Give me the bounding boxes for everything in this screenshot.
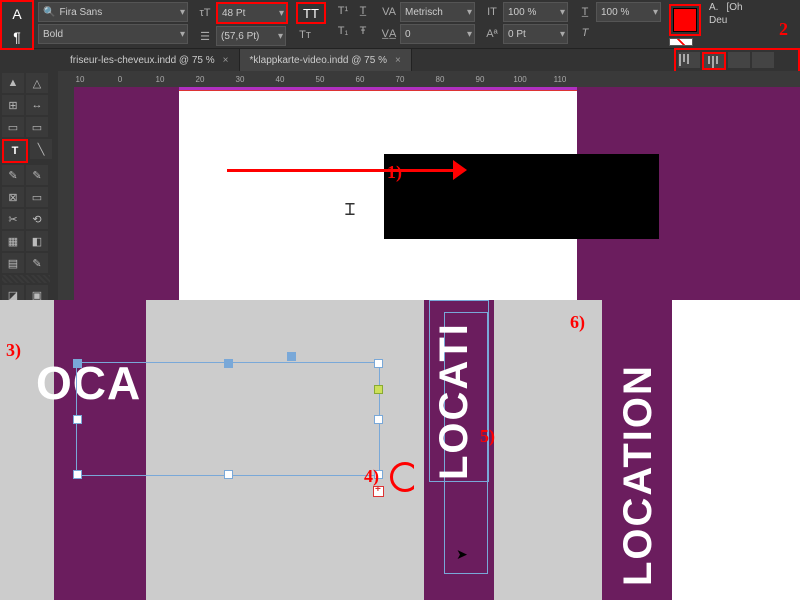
text-location: LOCATION [616,306,661,586]
panel-5: LOCATI 5) ➤ [414,300,526,600]
align-right-button[interactable] [728,52,750,68]
gradient-feather-tool[interactable]: ◧ [26,231,48,251]
line-tool[interactable]: ╲ [30,139,52,159]
annotation-2: 2 [779,19,788,40]
cursor-pointer-icon: ➤ [456,546,468,563]
rectangle-frame-tool[interactable]: ⊠ [2,187,24,207]
font-style-dropdown[interactable]: Bold [38,24,188,44]
font-size-dropdown[interactable]: 48 Pt [216,2,288,24]
text-frame-selected[interactable] [76,362,380,476]
direct-selection-tool[interactable]: △ [26,73,48,93]
lang-label: Deu [709,15,727,26]
panel-3: OCA 3) 4) [0,300,408,600]
tool-divider [2,275,50,283]
tracking-dropdown[interactable]: 0 [400,24,475,44]
char-para-toggle[interactable]: A ¶ [0,0,34,50]
annotation-1: 1) [387,162,402,183]
justify-left-button[interactable] [752,52,774,68]
control-panel: A ¶ 🔍Fira Sans Bold τT 48 Pt ☰ (57,6 Pt)… [0,0,800,49]
pasteboard[interactable]: Ꮖ 1) 2 [74,87,800,301]
vertical-ruler[interactable] [60,87,74,301]
subscript-button[interactable]: T₁ [334,22,352,40]
skew-icon: T [576,24,594,42]
tab-doc-1[interactable]: friseur-les-cheveux.indd @ 75 %× [60,49,240,71]
pencil-tool[interactable]: ✎ [26,165,48,185]
baseline-icon: Aª [483,25,501,43]
annotation-arrow [227,160,467,180]
note-tool[interactable]: ▤ [2,253,24,273]
rectangle-tool[interactable]: ▭ [26,187,48,207]
superscript-button[interactable]: T¹ [334,2,352,20]
font-size-icon: τT [196,4,214,22]
strikethrough-button[interactable]: Ŧ [354,22,372,40]
tools-panel: ▲ △ ⊞ ↔ ▭ ▭ T ╲ ✎ ✎ ⊠ ▭ ✂ ⟲ ▦ ◧ ▤ ✎ ◪ ▣ [0,71,58,305]
character-mode-icon[interactable]: A [12,6,21,22]
align-left-button[interactable] [678,52,700,68]
overflow-indicator[interactable] [373,486,384,497]
document-page[interactable]: Ꮖ 1) [179,90,577,301]
close-icon[interactable]: × [223,55,229,66]
align-center-button[interactable] [702,52,726,70]
tracking-icon: V̲A̲ [380,25,398,43]
anchor-handle[interactable] [374,385,383,394]
annotation-4: 4) [364,466,379,487]
free-transform-tool[interactable]: ⟲ [26,209,48,229]
horizontal-ruler[interactable]: 100102030405060708090100110 [60,71,800,87]
gradient-swatch-tool[interactable]: ▦ [2,231,24,251]
paragraph-mode-icon[interactable]: ¶ [13,29,21,45]
baseline-dropdown[interactable]: 0 Pt [503,24,568,44]
annotation-5: 5) [480,426,495,447]
content-collector-tool[interactable]: ▭ [2,117,24,137]
panel-6: LOCATION 6) [532,300,800,600]
selection-tool[interactable]: ▲ [2,73,24,93]
leading-icon: ☰ [196,27,214,45]
good-label: [Oh [726,2,742,13]
fill-color-swatch[interactable] [673,8,697,32]
fill-color-wrap [669,4,701,36]
vscale-icon: IT [483,3,501,21]
skew-value [596,24,614,42]
vscale-dropdown[interactable]: 100 % [503,2,568,22]
text-locati: LOCATI [432,300,477,480]
text-cursor-icon: Ꮖ [345,202,356,220]
workspace: ▲ △ ⊞ ↔ ▭ ▭ T ╲ ✎ ✎ ⊠ ▭ ✂ ⟲ ▦ ◧ ▤ ✎ ◪ ▣ … [0,71,800,301]
fill-label: A. [709,2,718,13]
type-tool[interactable]: T [2,139,28,163]
kerning-dropdown[interactable]: Metrisch [400,2,475,22]
hscale-dropdown[interactable]: 100 % [596,2,661,22]
content-placer-tool[interactable]: ▭ [26,117,48,137]
annotation-6: 6) [570,312,585,333]
bottom-panels: OCA 3) 4) LOCATI 5) ➤ LOCATION 6) [0,300,800,600]
gap-tool[interactable]: ↔ [26,95,48,115]
small-caps-button[interactable]: Tᴛ [296,26,314,44]
close-icon[interactable]: × [395,55,401,66]
leading-dropdown[interactable]: (57,6 Pt) [216,26,286,46]
hscale-icon: T̲ [576,3,594,21]
stroke-color-swatch[interactable] [669,38,693,46]
underline-button[interactable]: T̲ [354,2,372,20]
font-family-dropdown[interactable]: 🔍Fira Sans [38,2,188,22]
scissors-tool[interactable]: ✂ [2,209,24,229]
all-caps-button[interactable]: TT [296,2,326,24]
guide-line[interactable] [179,90,577,91]
page-tool[interactable]: ⊞ [2,95,24,115]
pen-tool[interactable]: ✎ [2,165,24,185]
kerning-icon: VA [380,3,398,21]
eyedropper-tool[interactable]: ✎ [26,253,48,273]
tab-doc-2[interactable]: *klappkarte-video.indd @ 75 %× [240,49,412,71]
annotation-3: 3) [6,340,21,361]
